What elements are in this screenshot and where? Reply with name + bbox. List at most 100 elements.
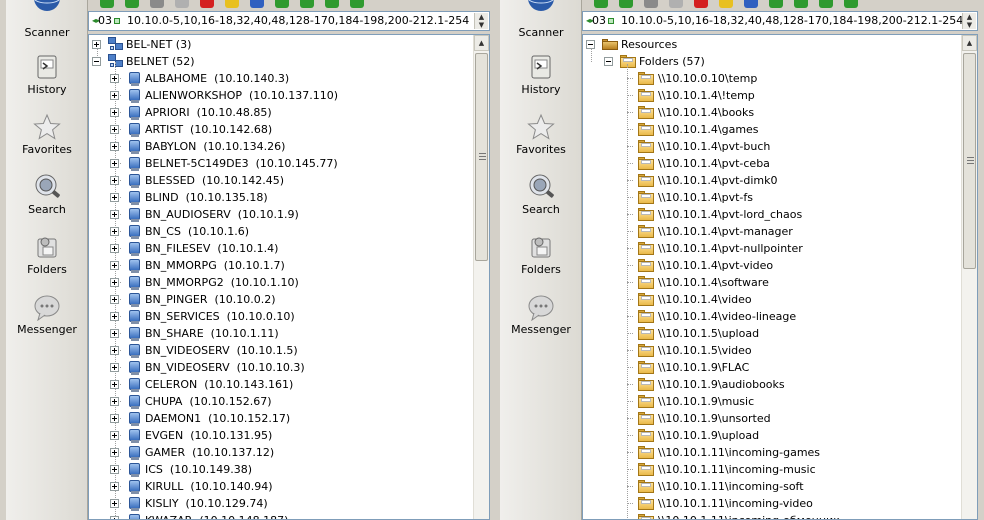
folder-row[interactable]: \\10.10.1.4\pvt-buch <box>658 138 770 155</box>
folder-row[interactable]: \\10.10.1.9\upload <box>658 427 759 444</box>
host-row[interactable]: BABYLON (10.10.134.26) <box>145 138 285 155</box>
host-row[interactable]: BN_SERVICES (10.10.0.10) <box>145 308 295 325</box>
folder-row[interactable]: \\10.10.1.5\video <box>658 342 752 359</box>
sidebar-item-scanner[interactable]: Scanner <box>500 0 582 56</box>
expand-button[interactable] <box>110 108 119 117</box>
folder-row[interactable]: \\10.10.1.4\!temp <box>658 87 755 104</box>
folder-row[interactable]: \\10.10.0.10\temp <box>658 70 757 87</box>
host-row[interactable]: KIRULL (10.10.140.94) <box>145 478 272 495</box>
add-icon[interactable] <box>594 0 608 8</box>
collapse-button[interactable] <box>92 57 101 66</box>
folder-row[interactable]: \\10.10.1.4\pvt-nullpointer <box>658 240 803 257</box>
refresh-icon[interactable] <box>844 0 858 8</box>
vertical-scrollbar[interactable]: ▲ <box>961 35 977 519</box>
host-row[interactable]: BN_CS (10.10.1.6) <box>145 223 249 240</box>
sidebar-item-scanner[interactable]: Scanner <box>6 0 88 56</box>
delete-icon[interactable] <box>200 0 214 8</box>
host-row[interactable]: BELNET-5C149DE3 (10.10.145.77) <box>145 155 338 172</box>
add-group-icon[interactable] <box>125 0 139 8</box>
host-row[interactable]: EVGEN (10.10.131.95) <box>145 427 272 444</box>
folder-row[interactable]: \\10.10.1.9\FLAC <box>658 359 749 376</box>
ip-range-input[interactable]: ◂▸ 03 10.10.0-5,10,16-18,32,40,48,128-17… <box>582 11 978 31</box>
sidebar-item-history[interactable]: History <box>500 53 582 109</box>
host-row[interactable]: BN_AUDIOSERV (10.10.1.9) <box>145 206 299 223</box>
delete-icon[interactable] <box>694 0 708 8</box>
back-icon[interactable] <box>300 0 314 8</box>
refresh-icon[interactable] <box>350 0 364 8</box>
save-icon[interactable] <box>250 0 264 8</box>
folder-row[interactable]: \\10.10.1.4\pvt-fs <box>658 189 753 206</box>
expand-button[interactable] <box>110 312 119 321</box>
folder-row[interactable]: \\10.10.1.4\pvt-manager <box>658 223 793 240</box>
properties-icon[interactable] <box>175 0 189 8</box>
expand-button[interactable] <box>110 516 119 519</box>
scroll-up-button[interactable]: ▲ <box>962 35 977 51</box>
scrollbar-thumb[interactable] <box>475 53 488 261</box>
host-row[interactable]: ALIENWORKSHOP (10.10.137.110) <box>145 87 338 104</box>
host-row[interactable]: BN_FILESEV (10.10.1.4) <box>145 240 278 257</box>
folder-row[interactable]: \\10.10.1.4\pvt-ceba <box>658 155 770 172</box>
scroll-up-button[interactable]: ▲ <box>474 35 489 51</box>
spinner-button[interactable]: ▲ ▼ <box>474 13 488 29</box>
expand-button[interactable] <box>110 176 119 185</box>
host-row[interactable]: BN_VIDEOSERV (10.10.1.5) <box>145 342 298 359</box>
expand-button[interactable] <box>110 142 119 151</box>
host-row[interactable]: ICS (10.10.149.38) <box>145 461 252 478</box>
forward-icon[interactable] <box>325 0 339 8</box>
expand-button[interactable] <box>110 465 119 474</box>
host-row[interactable]: BN_MMORPG (10.10.1.7) <box>145 257 285 274</box>
expand-button[interactable] <box>110 91 119 100</box>
folder-row[interactable]: \\10.10.1.11\incoming-video <box>658 495 813 512</box>
expand-button[interactable] <box>110 414 119 423</box>
expand-button[interactable] <box>110 448 119 457</box>
host-row[interactable]: BN_VIDEOSERV (10.10.10.3) <box>145 359 305 376</box>
folder-row[interactable]: \\10.10.1.4\books <box>658 104 754 121</box>
sidebar-item-search[interactable]: Search <box>500 173 582 229</box>
copy-icon[interactable] <box>644 0 658 8</box>
expand-button[interactable] <box>110 74 119 83</box>
sidebar-item-messenger[interactable]: Messenger <box>500 293 582 349</box>
host-row[interactable]: ARTIST (10.10.142.68) <box>145 121 272 138</box>
sidebar-item-favorites[interactable]: Favorites <box>500 113 582 169</box>
folder-row[interactable]: \\10.10.1.4\pvt-dimk0 <box>658 172 778 189</box>
forward-icon[interactable] <box>819 0 833 8</box>
expand-button[interactable] <box>110 261 119 270</box>
host-row[interactable]: DAEMON1 (10.10.152.17) <box>145 410 290 427</box>
folder-row[interactable]: \\10.10.1.9\music <box>658 393 754 410</box>
host-row[interactable]: KISLIY (10.10.129.74) <box>145 495 268 512</box>
folder-row[interactable]: \\10.10.1.11\incoming-soft <box>658 478 804 495</box>
sidebar-item-folders[interactable]: Folders <box>500 233 582 289</box>
expand-button[interactable] <box>110 499 119 508</box>
network-tree[interactable]: ▲ BEL-NET (3) BELNET (52) ALBAHOME (10.10.… <box>88 34 490 520</box>
collapse-button[interactable] <box>604 57 613 66</box>
host-row[interactable]: BN_MMORPG2 (10.10.1.10) <box>145 274 299 291</box>
back-icon[interactable] <box>794 0 808 8</box>
folder-row[interactable]: \\10.10.1.4\software <box>658 274 769 291</box>
open-icon[interactable] <box>225 0 239 8</box>
find-icon[interactable] <box>769 0 783 8</box>
folder-row[interactable]: \\10.10.1.9\audiobooks <box>658 376 785 393</box>
host-row[interactable]: BLESSED (10.10.142.45) <box>145 172 284 189</box>
sidebar-item-history[interactable]: History <box>6 53 88 109</box>
host-row[interactable]: CHUPA (10.10.152.67) <box>145 393 272 410</box>
folder-row[interactable]: \\10.10.1.4\games <box>658 121 759 138</box>
add-icon[interactable] <box>100 0 114 8</box>
expand-button[interactable] <box>110 210 119 219</box>
folder-row[interactable]: \\10.10.1.11\incoming-обменник <box>658 512 840 519</box>
expand-button[interactable] <box>110 397 119 406</box>
folder-row[interactable]: \\10.10.1.4\video <box>658 291 752 308</box>
find-icon[interactable] <box>275 0 289 8</box>
tree-folders-node[interactable]: Folders (57) <box>639 53 705 70</box>
expand-button[interactable] <box>110 227 119 236</box>
expand-button[interactable] <box>110 329 119 338</box>
expand-button[interactable] <box>110 159 119 168</box>
folder-row[interactable]: \\10.10.1.4\video-lineage <box>658 308 796 325</box>
tree-root-node[interactable]: Resources <box>621 36 677 53</box>
sidebar-item-messenger[interactable]: Messenger <box>6 293 88 349</box>
scrollbar-thumb[interactable] <box>963 53 976 269</box>
folder-row[interactable]: \\10.10.1.11\incoming-games <box>658 444 820 461</box>
expand-button[interactable] <box>110 431 119 440</box>
sidebar-item-folders[interactable]: Folders <box>6 233 88 289</box>
folder-row[interactable]: \\10.10.1.11\incoming-music <box>658 461 816 478</box>
folder-row[interactable]: \\10.10.1.5\upload <box>658 325 759 342</box>
